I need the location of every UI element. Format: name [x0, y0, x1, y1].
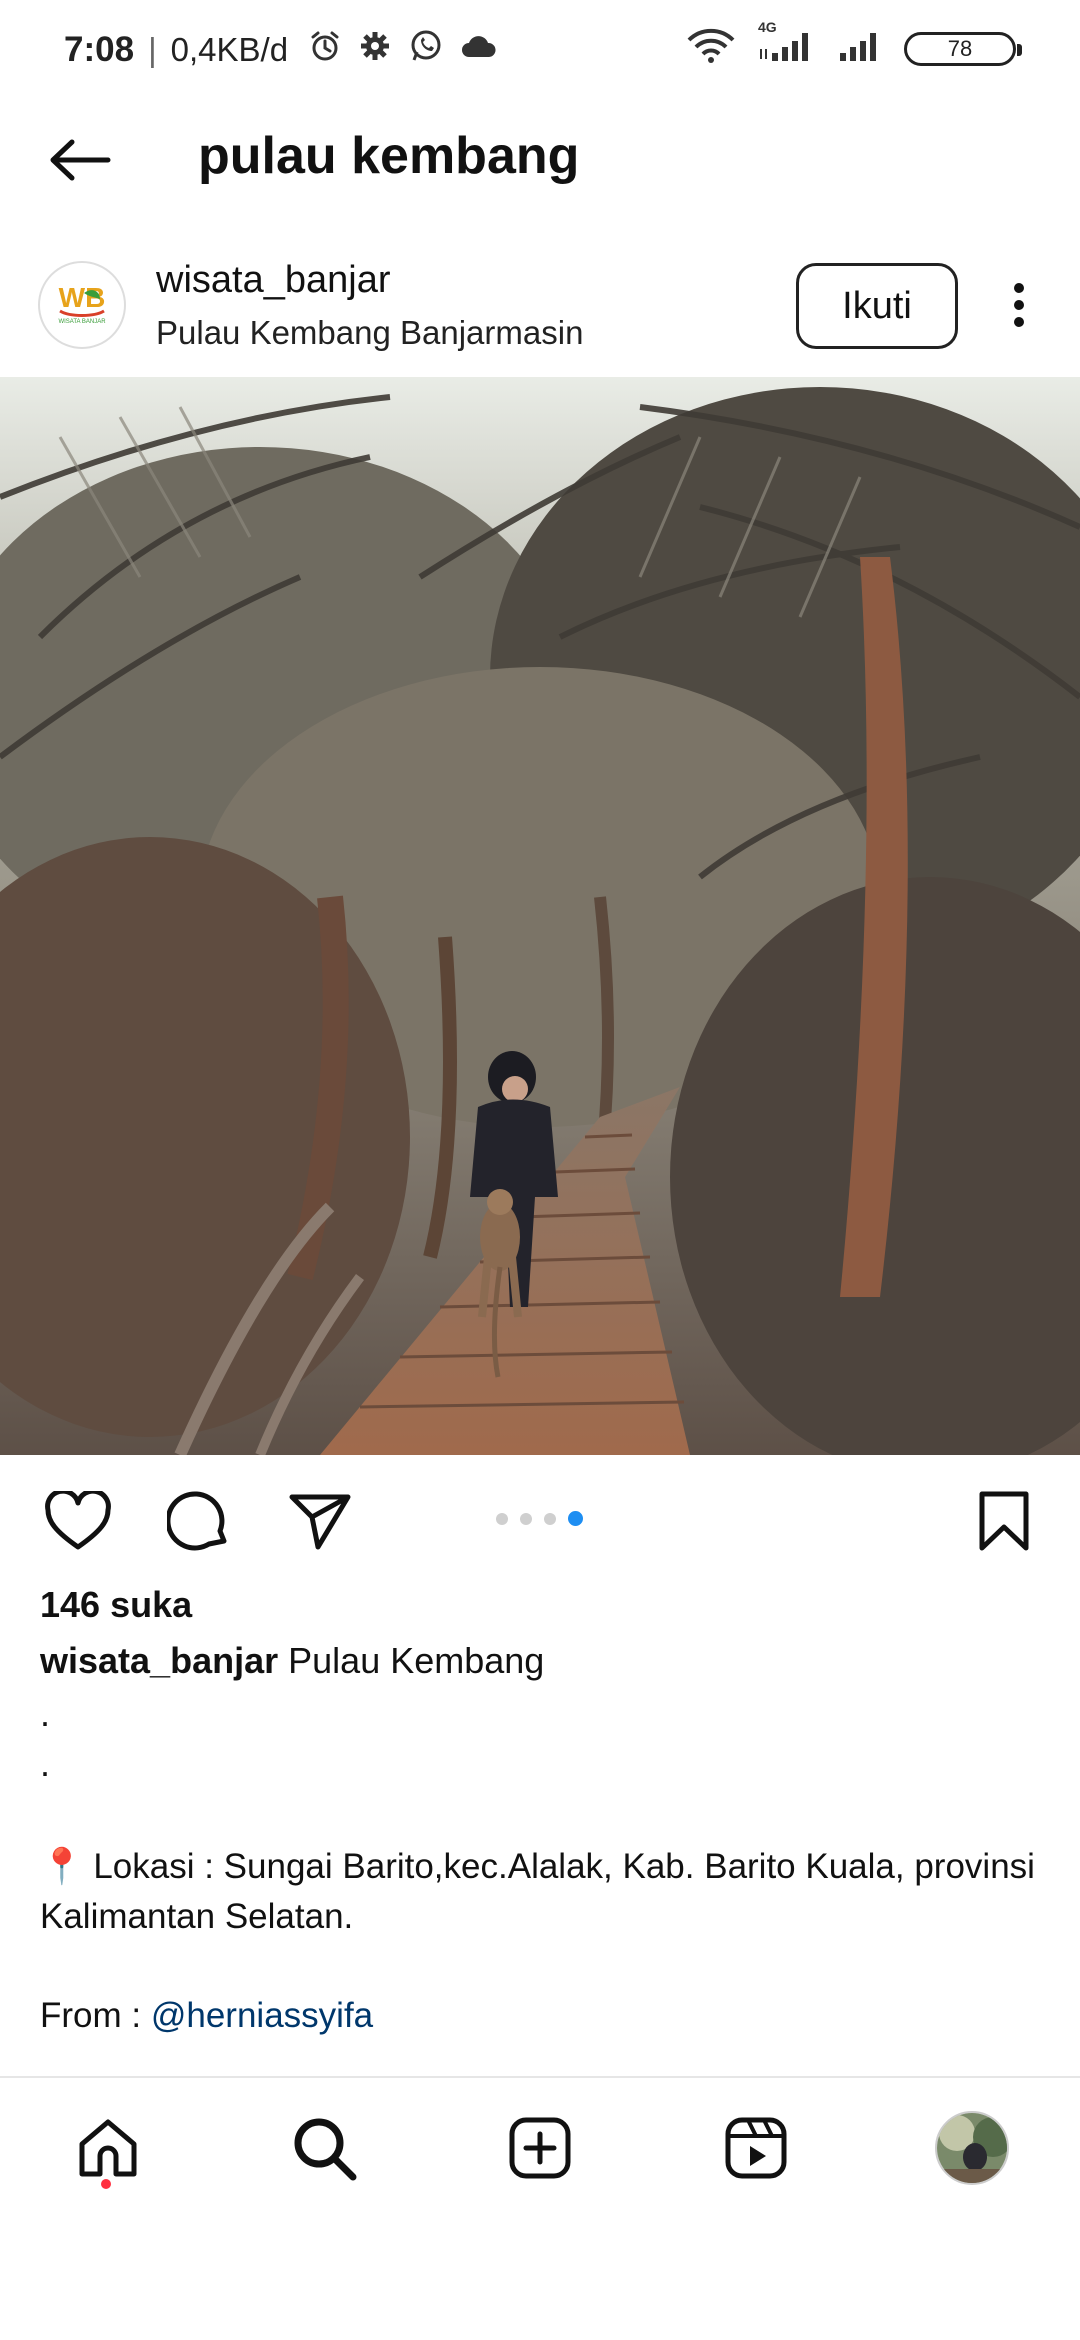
whatsapp-icon [408, 28, 444, 72]
nav-create[interactable] [500, 2108, 580, 2188]
status-bar-left: 7:08 | 0,4KB/d [64, 28, 498, 72]
post-header: WB WISATA BANJAR wisata_banjar Pulau Kem… [0, 245, 1080, 375]
cloud-icon [460, 31, 498, 69]
reels-icon [725, 2117, 787, 2179]
status-separator: | [148, 31, 157, 68]
signal-4g-icon: 4G [758, 19, 816, 68]
post-photo[interactable] [0, 377, 1080, 1455]
caption-location-text: Lokasi : Sungai Barito,kec.Alalak, Kab. … [40, 1847, 1035, 1936]
svg-text:WISATA BANJAR: WISATA BANJAR [58, 319, 106, 325]
nav-search[interactable] [284, 2108, 364, 2188]
caption-title: Pulau Kembang [288, 1640, 545, 1681]
jungle-boardwalk-photo [0, 377, 1080, 1455]
home-icon [79, 2119, 137, 2177]
status-network-speed: 0,4KB/d [170, 31, 289, 68]
profile-avatar [935, 2111, 1009, 2185]
caption-dot: . [40, 1693, 51, 1734]
post-actions [0, 1475, 1080, 1565]
caption-location: 📍 Lokasi : Sungai Barito,kec.Alalak, Kab… [40, 1842, 1040, 1942]
page-title: pulau kembang [198, 127, 580, 185]
network-type-label: 4G [758, 19, 777, 35]
from-label: From : [40, 1996, 142, 2035]
heart-icon [45, 1491, 111, 1550]
gear-icon [358, 29, 392, 71]
status-notification-icons [308, 28, 498, 72]
signal-icon [838, 29, 882, 68]
arrow-left-icon [50, 139, 111, 181]
more-options-button[interactable] [1000, 275, 1038, 335]
alarm-icon [308, 29, 342, 71]
carousel-dot [496, 1512, 508, 1525]
bookmark-icon [979, 1491, 1029, 1551]
caption-line: wisata_banjar Pulau Kembang [40, 1640, 544, 1682]
pin-icon: 📍 [40, 1847, 84, 1886]
top-header: pulau kembang [0, 110, 1080, 210]
save-button[interactable] [968, 1485, 1040, 1557]
mention-link[interactable]: @herniassyifa [151, 1996, 373, 2035]
send-icon [289, 1494, 351, 1550]
caption-username[interactable]: wisata_banjar [40, 1640, 278, 1681]
like-count[interactable]: 146 suka [40, 1584, 192, 1626]
nav-profile[interactable] [932, 2108, 1012, 2188]
search-icon [294, 2118, 357, 2181]
more-vertical-icon [1014, 283, 1024, 327]
home-notification-dot [101, 2179, 111, 2189]
like-button[interactable] [42, 1485, 114, 1557]
follow-button[interactable]: Ikuti [796, 263, 958, 349]
post-author-name[interactable]: wisata_banjar [156, 259, 390, 302]
comment-icon [167, 1491, 227, 1551]
bottom-navigation [0, 2076, 1080, 2216]
carousel-dot [544, 1512, 556, 1525]
back-button[interactable] [40, 128, 120, 192]
wisata-banjar-logo-icon: WB WISATA BANJAR [41, 264, 123, 346]
author-avatar[interactable]: WB WISATA BANJAR [38, 261, 126, 349]
battery-indicator: 78 [904, 31, 1022, 66]
nav-home[interactable] [68, 2108, 148, 2188]
status-time: 7:08 [64, 30, 135, 69]
carousel-dot [520, 1512, 532, 1525]
status-bar-right: 4G 78 [686, 19, 1022, 69]
carousel-indicator [496, 1511, 583, 1526]
caption-dot: . [40, 1743, 51, 1784]
carousel-dot-active [568, 1511, 583, 1526]
nav-reels[interactable] [716, 2108, 796, 2188]
share-button[interactable] [284, 1485, 356, 1557]
wifi-icon [686, 28, 736, 69]
status-bar: 7:08 | 0,4KB/d 4G 78 [0, 0, 1080, 100]
new-post-icon [509, 2117, 571, 2179]
post-location[interactable]: Pulau Kembang Banjarmasin [156, 314, 583, 352]
comment-button[interactable] [163, 1485, 235, 1557]
caption-from: From : @herniassyifa [40, 1996, 373, 2036]
